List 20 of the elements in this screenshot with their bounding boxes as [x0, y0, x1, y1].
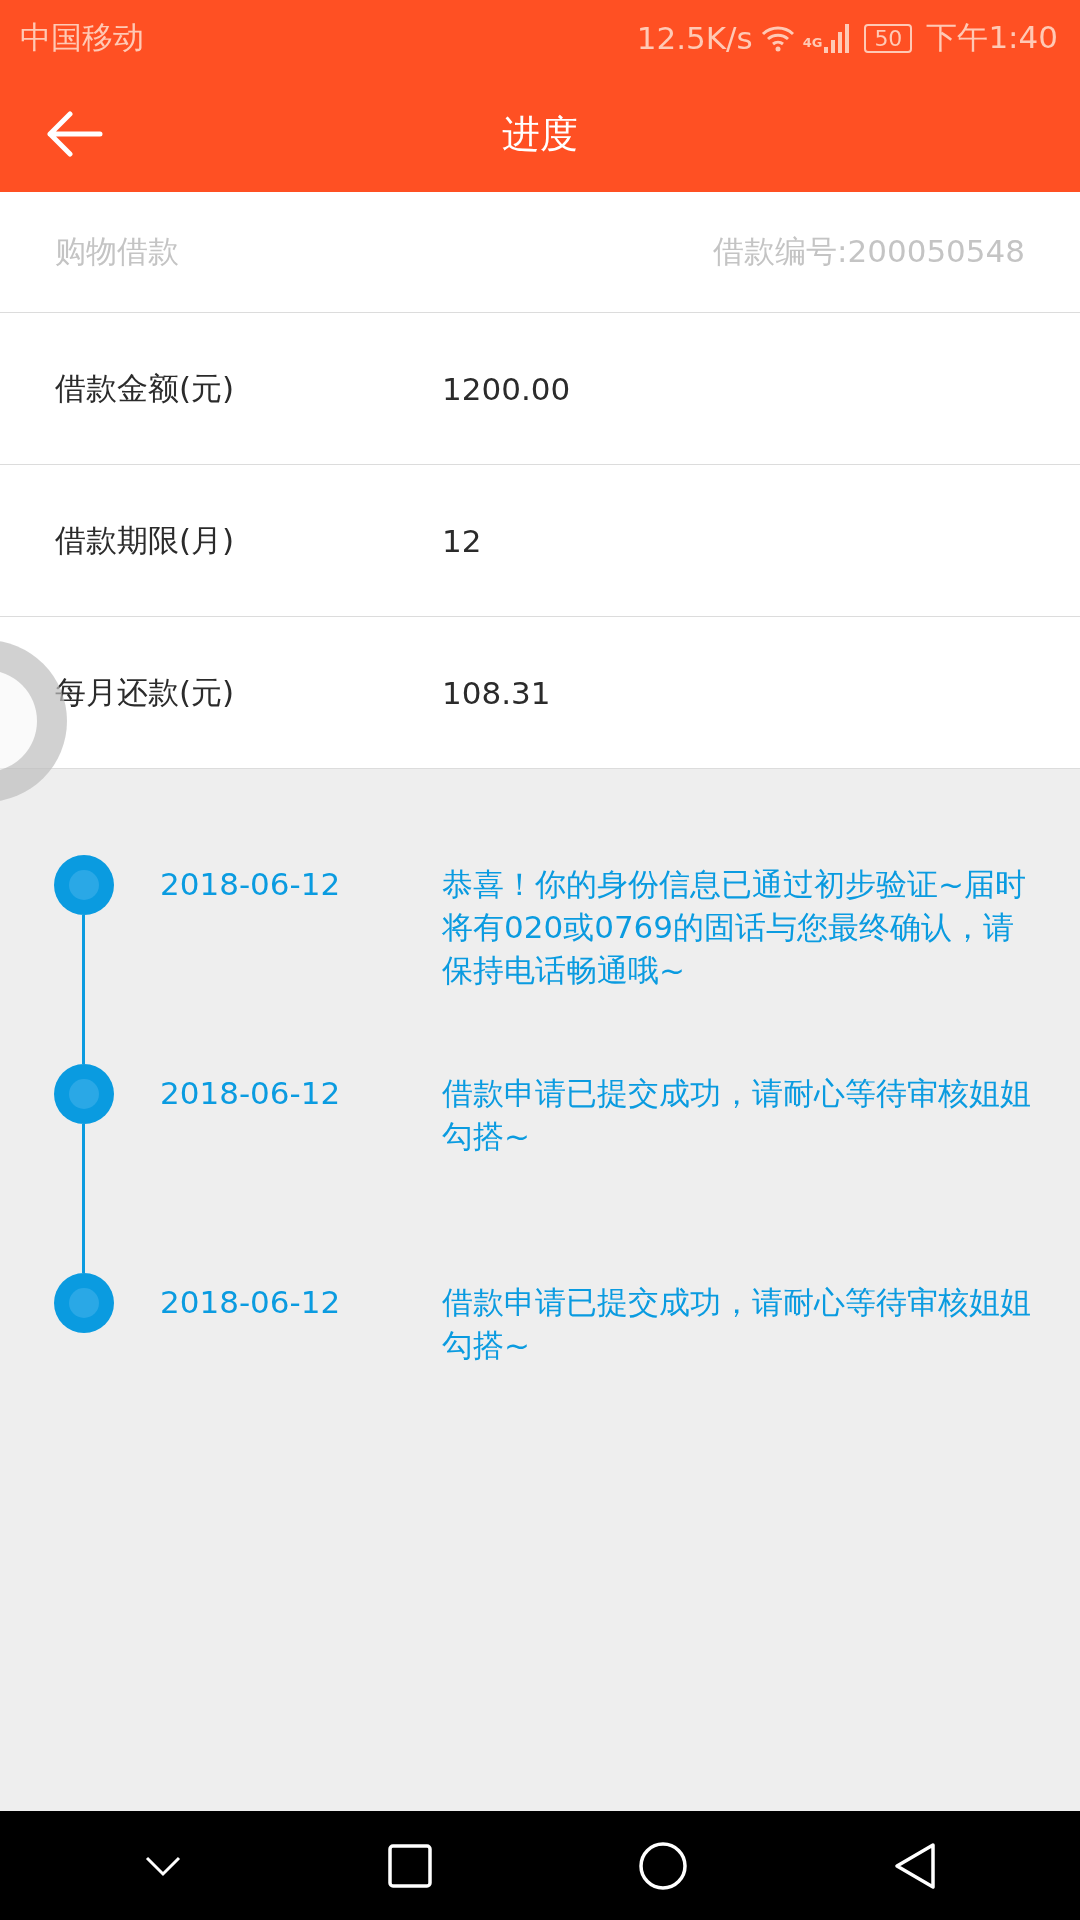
- timeline-date: 2018-06-12: [160, 1283, 342, 1322]
- network-type: 4G: [802, 35, 823, 50]
- network-speed: 12.5K/s: [636, 20, 753, 56]
- carrier-name: 中国移动: [20, 18, 144, 57]
- page-title: 进度: [502, 110, 578, 158]
- clock: 下午1:40: [926, 18, 1058, 57]
- detail-label: 每月还款(元): [55, 672, 236, 712]
- detail-value: 12: [442, 522, 482, 559]
- loan-type: 购物借款: [55, 232, 179, 271]
- detail-value: 108.31: [442, 674, 551, 711]
- battery-level: 50: [864, 23, 913, 53]
- timeline-message: 借款申请已提交成功，请耐心等待审核姐姐勾搭~: [442, 1074, 1032, 1156]
- timeline-date: 2018-06-12: [160, 865, 342, 904]
- detail-label: 借款金额(元): [55, 368, 236, 408]
- detail-label: 借款期限(月): [55, 520, 236, 560]
- detail-value: 1200.00: [442, 370, 571, 407]
- timeline-message: 借款申请已提交成功，请耐心等待审核姐姐勾搭~: [442, 1283, 1032, 1365]
- loan-number: 借款编号:200050548: [713, 232, 1025, 271]
- timeline-message: 恭喜！你的身份信息已通过初步验证~届时将有020或0769的固话与您最终确认，请保持电话畅通哦~: [442, 865, 1027, 990]
- timeline-date: 2018-06-12: [160, 1074, 342, 1113]
